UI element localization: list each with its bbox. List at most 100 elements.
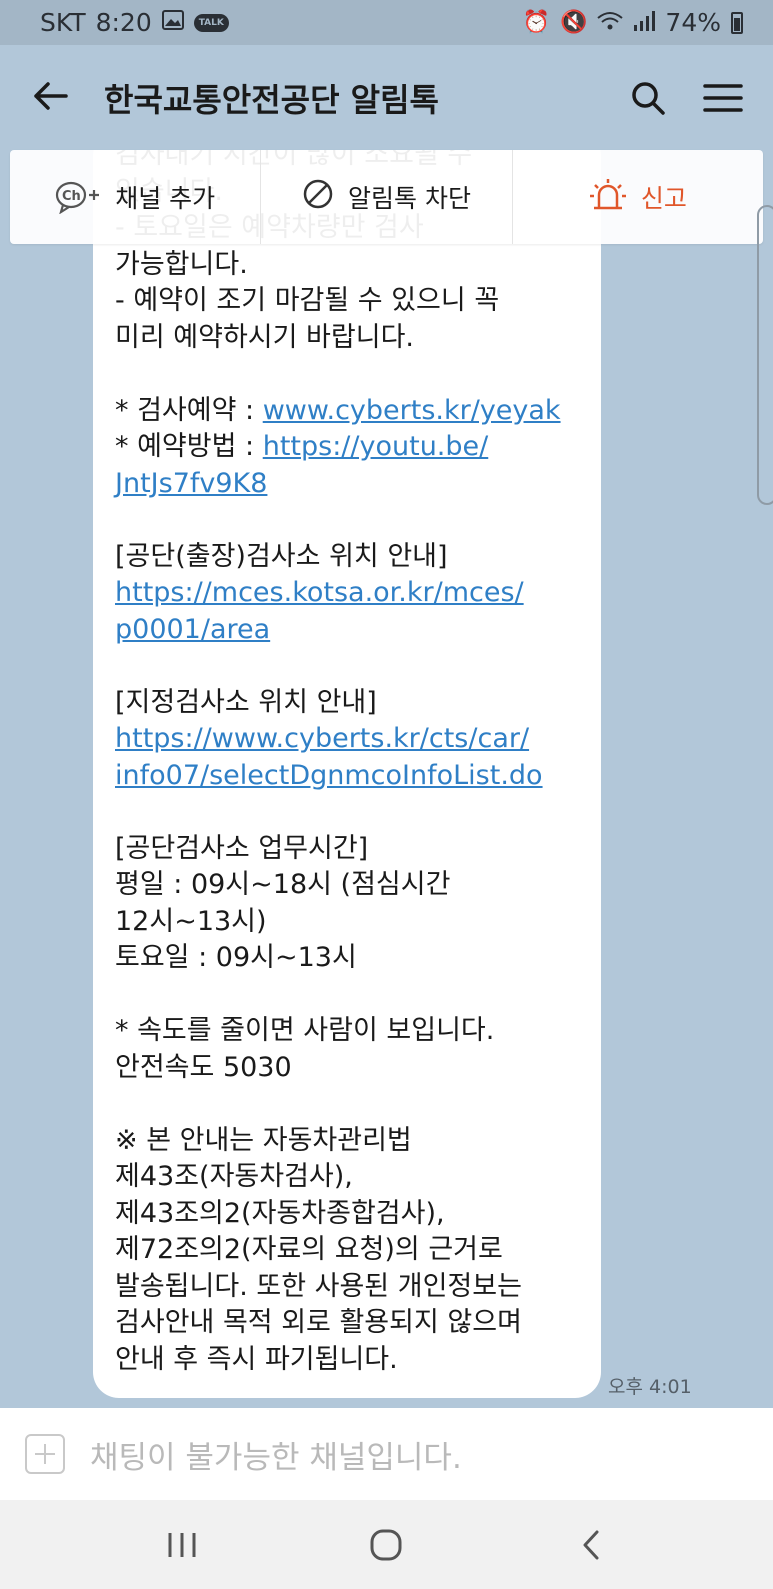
message-line: 안전속도 5030	[115, 1050, 591, 1087]
message-line-text: [지정검사소 위치 안내]	[115, 686, 377, 718]
battery-percent: 74%	[665, 8, 721, 37]
message-line: * 속도를 줄이면 사람이 보입니다.	[115, 1013, 591, 1050]
recent-apps-icon[interactable]	[152, 1515, 212, 1575]
message-line	[115, 502, 591, 539]
message-link[interactable]: https://youtu.be/	[263, 431, 489, 462]
message-line: [공단(출장)검사소 위치 안내]	[115, 539, 591, 576]
message-line-label: * 예약방법 :	[115, 431, 263, 462]
message-line: * 예약방법 : https://youtu.be/	[115, 429, 591, 466]
message-line-text: 가능합니다.	[115, 248, 248, 280]
message-line: https://www.cyberts.kr/cts/car/	[115, 721, 591, 758]
channel-title: 한국교통안전공단 알림톡	[104, 80, 439, 119]
message-line: 제72조의2(자료의 요청)의 근거로	[115, 1232, 591, 1269]
message-line: [지정검사소 위치 안내]	[115, 685, 591, 722]
plus-icon	[25, 1434, 65, 1474]
status-right: ⏰ 🔇 74%	[523, 8, 743, 37]
message-line: info07/selectDgnmcoInfoList.do	[115, 758, 591, 795]
message-line: 가능합니다.	[115, 247, 591, 284]
message-line-text: - 예약이 조기 마감될 수 있으니 꼭	[115, 285, 500, 316]
message-line: 발송됩니다. 또한 사용된 개인정보는	[115, 1269, 591, 1306]
message-line: 제43조(자동차검사),	[115, 1159, 591, 1196]
system-nav-bar	[0, 1500, 773, 1589]
search-icon[interactable]	[631, 81, 665, 115]
message-line	[115, 794, 591, 831]
message-line-text: 토요일 : 09시~13시	[115, 942, 357, 973]
status-bar: SKT 8:20 TALK ⏰ 🔇 74%	[0, 0, 773, 45]
wifi-icon	[597, 8, 624, 37]
add-channel-button[interactable]: Ch 채널 추가	[10, 150, 262, 244]
back-nav-icon[interactable]	[561, 1515, 621, 1575]
clock: 8:20	[95, 8, 152, 37]
siren-icon	[589, 177, 627, 217]
message-text: 검사대기 시간이 많이 소요될 수있습니다.- 토요일은 예약차량만 검사가능합…	[115, 150, 591, 1378]
chat-area[interactable]: 검사대기 시간이 많이 소요될 수있습니다.- 토요일은 예약차량만 검사가능합…	[0, 150, 773, 1408]
message-line: * 검사예약 : www.cyberts.kr/yeyak	[115, 393, 591, 430]
block-icon	[302, 178, 334, 216]
message-line: 토요일 : 09시~13시	[115, 940, 591, 977]
message-line: 미리 예약하시기 바랍니다.	[115, 320, 591, 357]
message-link[interactable]: p0001/area	[115, 614, 270, 645]
block-button[interactable]: 알림톡 차단	[261, 150, 513, 244]
svg-text:Ch: Ch	[62, 189, 81, 204]
home-icon[interactable]	[356, 1515, 416, 1575]
status-left: SKT 8:20 TALK	[40, 8, 229, 37]
message-line	[115, 648, 591, 685]
carrier-label: SKT	[40, 8, 86, 37]
message-link[interactable]: www.cyberts.kr/yeyak	[263, 395, 561, 426]
message-line-text: 12시~13시)	[115, 905, 267, 937]
message-line: 검사안내 목적 외로 활용되지 않으며	[115, 1305, 591, 1342]
message-line-label: * 검사예약 :	[115, 394, 263, 426]
mute-icon: 🔇	[560, 10, 588, 35]
report-button[interactable]: 신고	[513, 150, 763, 244]
disabled-input-message: 채팅이 불가능한 채널입니다.	[90, 1439, 462, 1476]
alarm-icon: ⏰	[522, 10, 551, 35]
message-line-text: 평일 : 09시~18시 (점심시간	[115, 869, 451, 900]
chat-header: 한국교통안전공단 알림톡	[0, 45, 773, 150]
talk-notification-icon: TALK	[193, 13, 229, 32]
message-line-text: 제43조의2(자동차종합검사),	[115, 1197, 445, 1229]
message-line: 안내 후 즉시 파기됩니다.	[115, 1342, 591, 1379]
report-label: 신고	[640, 184, 687, 213]
message-line-text: 제72조의2(자료의 요청)의 근거로	[115, 1234, 503, 1265]
message-link[interactable]: https://mces.kotsa.or.kr/mces/	[115, 577, 524, 608]
message-line	[115, 1086, 591, 1123]
message-line: - 예약이 조기 마감될 수 있으니 꼭	[115, 283, 591, 320]
signal-icon	[633, 8, 656, 37]
message-link[interactable]: info07/selectDgnmcoInfoList.do	[115, 760, 543, 791]
add-channel-label: 채널 추가	[115, 184, 216, 213]
channel-action-bar: Ch 채널 추가 알림톡 차단 신고	[10, 150, 763, 244]
edge-panel-handle[interactable]	[757, 205, 773, 505]
message-line: JntJs7fv9K8	[115, 466, 591, 503]
message-line: 12시~13시)	[115, 904, 591, 941]
message-bubble: 검사대기 시간이 많이 소요될 수있습니다.- 토요일은 예약차량만 검사가능합…	[93, 150, 601, 1398]
message-line-text: 발송됩니다. 또한 사용된 개인정보는	[115, 1270, 522, 1302]
message-line-text: [공단(출장)검사소 위치 안내]	[115, 540, 448, 572]
menu-icon[interactable]	[703, 83, 743, 113]
message-line-text: ※ 본 안내는 자동차관리법	[115, 1124, 412, 1156]
message-line: p0001/area	[115, 612, 591, 649]
message-line: [공단검사소 업무시간]	[115, 831, 591, 868]
message-line-text: 제43조(자동차검사),	[115, 1161, 353, 1192]
message-line-text: [공단검사소 업무시간]	[115, 832, 369, 864]
block-label: 알림톡 차단	[348, 184, 471, 213]
message-line-text: 안내 후 즉시 파기됩니다.	[115, 1343, 398, 1375]
back-arrow-icon[interactable]	[32, 78, 82, 118]
channel-add-icon: Ch	[55, 180, 101, 214]
message-line: https://mces.kotsa.or.kr/mces/	[115, 575, 591, 612]
message-line-text: 안전속도 5030	[115, 1051, 292, 1083]
message-line	[115, 977, 591, 1014]
header-actions	[631, 81, 743, 115]
message-link[interactable]: https://www.cyberts.kr/cts/car/	[115, 723, 529, 754]
message-time: 오후 4:01	[608, 1376, 692, 1398]
message-line-text: * 속도를 줄이면 사람이 보입니다.	[115, 1015, 495, 1046]
message-link[interactable]: JntJs7fv9K8	[115, 468, 267, 499]
input-bar: 채팅이 불가능한 채널입니다.	[0, 1408, 773, 1500]
message-line: 평일 : 09시~18시 (점심시간	[115, 867, 591, 904]
message-line	[115, 356, 591, 393]
message-line: ※ 본 안내는 자동차관리법	[115, 1123, 591, 1160]
gallery-icon	[161, 9, 184, 36]
message-line-text: 검사안내 목적 외로 활용되지 않으며	[115, 1307, 522, 1338]
message-line: 제43조의2(자동차종합검사),	[115, 1196, 591, 1233]
message-line-text: 미리 예약하시기 바랍니다.	[115, 321, 414, 353]
battery-icon	[731, 11, 743, 34]
